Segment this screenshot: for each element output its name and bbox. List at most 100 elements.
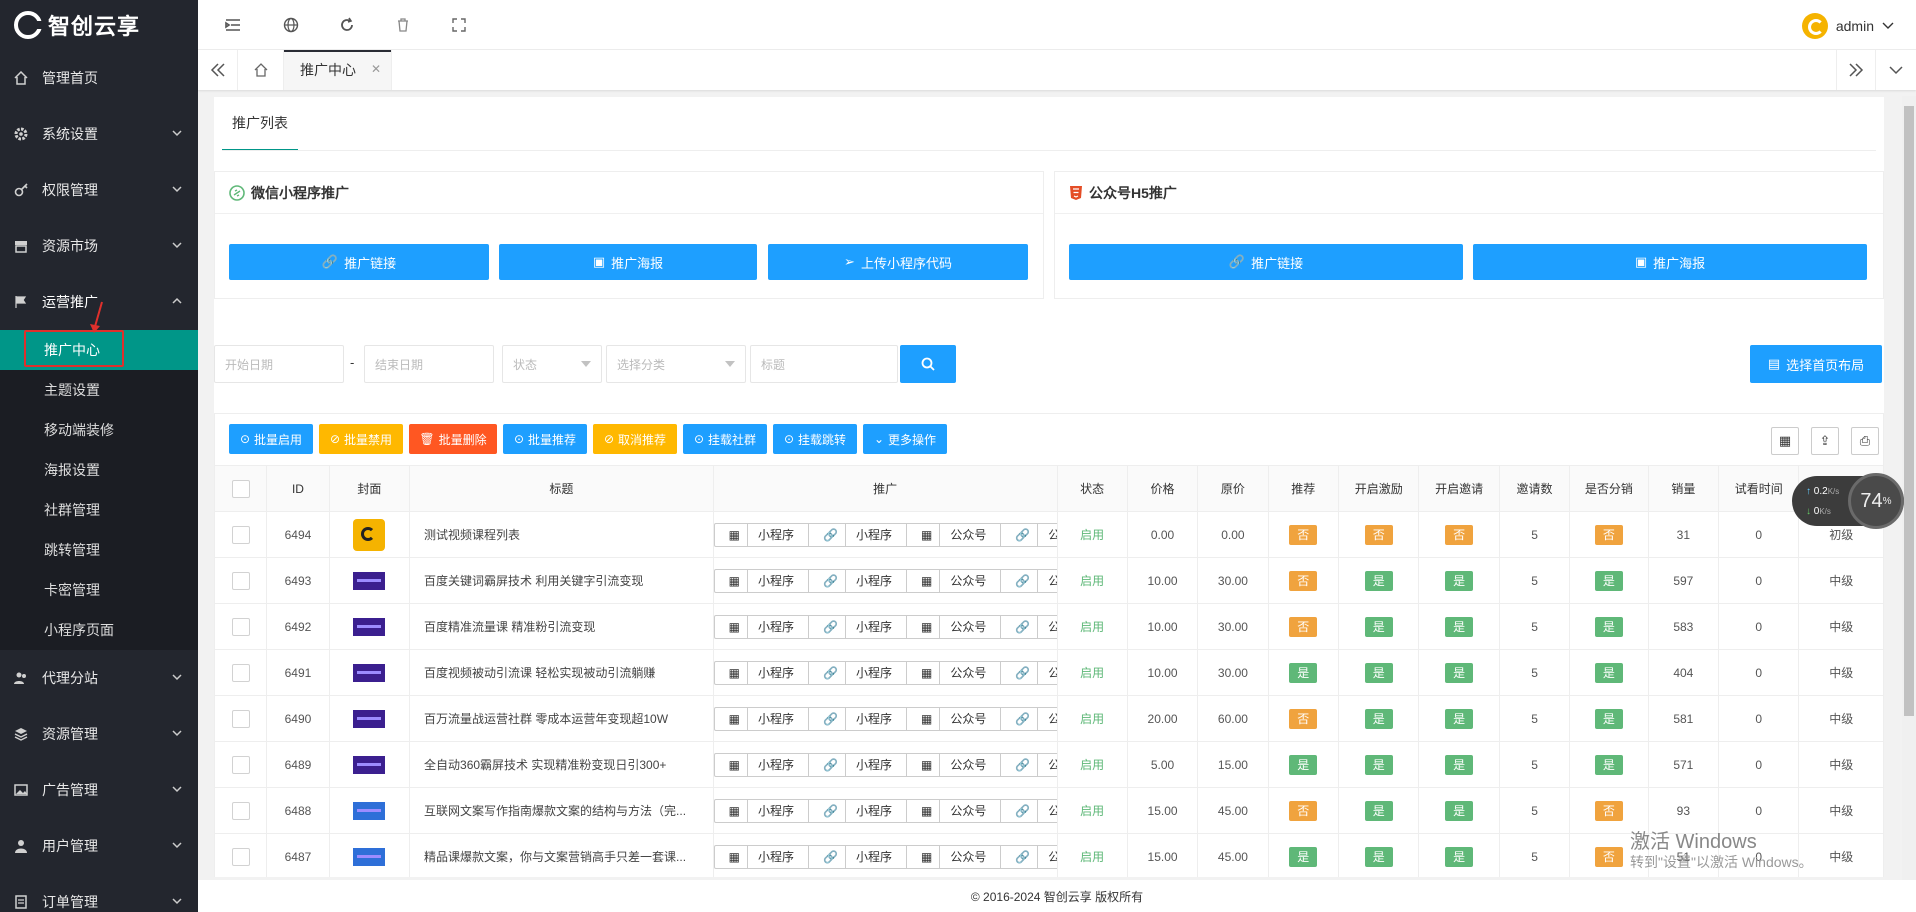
action-button-6[interactable]: ⊙ 挂载跳转 xyxy=(773,424,857,454)
submenu-item-4[interactable]: 社群管理 xyxy=(0,490,198,530)
search-button[interactable] xyxy=(900,345,956,383)
trash-icon[interactable] xyxy=(394,16,412,34)
row-checkbox[interactable] xyxy=(231,617,250,636)
cell-status[interactable]: 启用 xyxy=(1056,603,1128,650)
sidebar-item-9[interactable]: 订单管理 xyxy=(0,874,198,912)
title-input[interactable]: 标题 xyxy=(750,345,898,383)
row-select[interactable] xyxy=(214,649,268,696)
category-select[interactable]: 选择分类 xyxy=(606,345,746,383)
tab-promotion-center[interactable]: 推广中心 ✕ xyxy=(284,50,392,90)
promo-button-0[interactable]: ▦ 小程序 xyxy=(715,707,810,730)
sidebar-item-3[interactable]: 资源市场 xyxy=(0,218,198,274)
inc-toggle[interactable]: 是 xyxy=(1364,754,1393,775)
row-checkbox[interactable] xyxy=(231,755,250,774)
inc-toggle[interactable]: 是 xyxy=(1364,846,1393,867)
cell-status[interactable]: 启用 xyxy=(1056,741,1128,788)
dist-toggle[interactable]: 否 xyxy=(1594,846,1623,867)
mini-link-button[interactable]: 🔗 推广链接 xyxy=(229,244,489,280)
action-button-1[interactable]: ⊘ 批量禁用 xyxy=(319,424,403,454)
promo-button-0[interactable]: ▦ 小程序 xyxy=(715,523,810,546)
inv-toggle[interactable]: 否 xyxy=(1445,524,1474,545)
table-row[interactable]: 6489 全自动360霸屏技术 实现精准粉变现日引300+ ▦ 小程序 🔗 小程序 ▦ 公众号… xyxy=(214,741,1884,788)
row-select[interactable] xyxy=(214,511,268,558)
submenu-item-7[interactable]: 小程序页面 xyxy=(0,610,198,650)
promo-button-3[interactable]: 🔗公众号 xyxy=(1001,569,1056,592)
cell-status[interactable]: 启用 xyxy=(1056,511,1128,558)
network-speed-widget[interactable]: ↑ 0.2K/s ↓ 0K/s 74% xyxy=(1792,473,1904,529)
table-row[interactable]: 6490百万流量战运营社群 零成本运营年变现超10W▦小程序🔗小程序▦公众号🔗公… xyxy=(214,695,1884,742)
row-checkbox[interactable] xyxy=(231,571,250,590)
promo-button-2[interactable]: ▦ 公众号 xyxy=(907,615,1002,638)
inc-toggle[interactable]: 是 xyxy=(1364,570,1393,591)
promo-button-2[interactable]: ▦ 公众号 xyxy=(907,799,1002,822)
promo-button-0[interactable]: ▦ 小程序 xyxy=(715,569,810,592)
cell-status[interactable]: 启用 xyxy=(1056,649,1128,696)
submenu-item-5[interactable]: 跳转管理 xyxy=(0,530,198,570)
row-select[interactable] xyxy=(214,787,268,834)
mini-poster-button[interactable]: ▣ 推广海报 xyxy=(499,244,757,280)
row-checkbox[interactable] xyxy=(231,709,250,728)
rec-toggle[interactable]: 是 xyxy=(1289,662,1318,683)
columns-icon[interactable]: ▦ xyxy=(1771,427,1799,455)
sidebar-item-7[interactable]: 广告管理 xyxy=(0,762,198,818)
row-checkbox[interactable] xyxy=(231,801,250,820)
sidebar-item-5[interactable]: 代理分站 xyxy=(0,650,198,706)
inv-toggle[interactable]: 是 xyxy=(1445,616,1474,637)
rec-toggle[interactable]: 否 xyxy=(1289,524,1318,545)
promo-button-0[interactable]: ▦ 小程序 xyxy=(715,615,810,638)
fullscreen-icon[interactable] xyxy=(450,16,468,34)
inv-toggle[interactable]: 是 xyxy=(1445,846,1474,867)
inv-toggle[interactable]: 是 xyxy=(1445,570,1474,591)
submenu-item-3[interactable]: 海报设置 xyxy=(0,450,198,490)
tabs-prev-button[interactable] xyxy=(198,50,238,90)
dist-toggle[interactable]: 否 xyxy=(1594,524,1623,545)
sidebar-item-6[interactable]: 资源管理 xyxy=(0,706,198,762)
brand-logo[interactable]: 智创云享 xyxy=(0,0,198,50)
promo-button-1[interactable]: 🔗 小程序 xyxy=(809,799,907,822)
inv-toggle[interactable]: 是 xyxy=(1445,754,1474,775)
promo-button-2[interactable]: ▦ 公众号 xyxy=(907,523,1002,546)
promo-button-0[interactable]: ▦ 小程序 xyxy=(715,845,810,868)
sidebar-item-1[interactable]: 系统设置 xyxy=(0,106,198,162)
row-select[interactable] xyxy=(214,833,268,877)
promo-button-1[interactable]: 🔗 小程序 xyxy=(809,753,907,776)
tabs-next-button[interactable] xyxy=(1836,50,1876,90)
close-icon[interactable]: ✕ xyxy=(371,62,381,76)
action-button-5[interactable]: ⊙ 挂载社群 xyxy=(683,424,767,454)
promo-button-2[interactable]: ▦ 公众号 xyxy=(907,661,1002,684)
dist-toggle[interactable]: 是 xyxy=(1594,708,1623,729)
promo-button-0[interactable]: ▦ 小程序 xyxy=(715,753,810,776)
promo-button-1[interactable]: 🔗 小程序 xyxy=(809,569,907,592)
vertical-scrollbar[interactable] xyxy=(1902,96,1916,880)
h5-link-button[interactable]: 🔗 推广链接 xyxy=(1069,244,1463,280)
promo-button-1[interactable]: 🔗 小程序 xyxy=(809,707,907,730)
rec-toggle[interactable]: 否 xyxy=(1289,708,1318,729)
dist-toggle[interactable]: 否 xyxy=(1594,800,1623,821)
tabs-menu-button[interactable] xyxy=(1876,50,1916,90)
action-button-3[interactable]: ⊙ 批量推荐 xyxy=(503,424,587,454)
action-button-7[interactable]: ⌄ 更多操作 xyxy=(863,424,947,454)
inc-toggle[interactable]: 是 xyxy=(1364,616,1393,637)
promo-button-1[interactable]: 🔗 小程序 xyxy=(809,615,907,638)
user-menu[interactable]: admin xyxy=(1801,13,1894,39)
tab-promotion-list[interactable]: 推广列表 xyxy=(222,97,298,151)
sidebar-item-2[interactable]: 权限管理 xyxy=(0,162,198,218)
scrollbar-thumb[interactable] xyxy=(1904,106,1914,716)
home-tab[interactable] xyxy=(238,50,284,90)
promo-button-1[interactable]: 🔗 小程序 xyxy=(809,523,907,546)
table-row[interactable]: 6492百度精准流量课 精准粉引流变现▦小程序🔗小程序▦公众号🔗公众号启用10.… xyxy=(214,603,1884,650)
submenu-item-1[interactable]: 主题设置 xyxy=(0,370,198,410)
action-button-0[interactable]: ⊙ 批量启用 xyxy=(229,424,313,454)
h5-poster-button[interactable]: ▣ 推广海报 xyxy=(1473,244,1867,280)
globe-icon[interactable] xyxy=(282,16,300,34)
end-date-input[interactable]: 结束日期 xyxy=(364,345,494,383)
row-checkbox[interactable] xyxy=(231,847,250,866)
row-select[interactable] xyxy=(214,557,268,604)
column-header-0[interactable] xyxy=(214,465,268,512)
action-button-4[interactable]: ⊘ 取消推荐 xyxy=(593,424,677,454)
cell-status[interactable]: 启用 xyxy=(1056,787,1128,834)
rec-toggle[interactable]: 是 xyxy=(1289,754,1318,775)
row-select[interactable] xyxy=(214,741,268,788)
promo-button-3[interactable]: 🔗公众号 xyxy=(1001,523,1056,546)
row-select[interactable] xyxy=(214,603,268,650)
